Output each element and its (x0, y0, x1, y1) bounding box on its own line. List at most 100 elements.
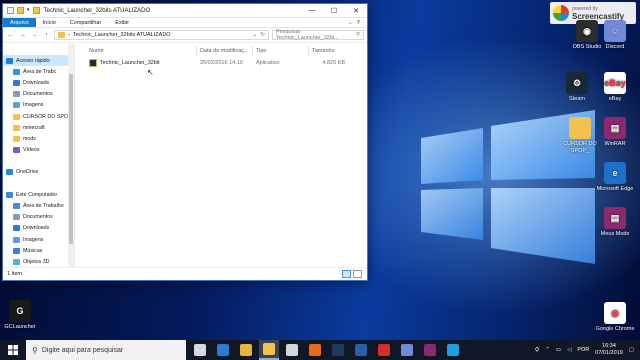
large-icons-view-icon[interactable] (353, 270, 362, 278)
nav-item[interactable]: Downloads (3, 223, 74, 234)
address-bar[interactable]: › Technic_Launcher_32bits ATUALIZADO ⌄ ↻ (54, 30, 269, 40)
nav-item-label: mods (23, 135, 36, 142)
desktop-icon-discord[interactable]: ☺ Discord (595, 20, 635, 51)
search-icon: ⚲ (32, 345, 38, 355)
nav-item (3, 156, 74, 167)
nav-item[interactable]: minecraft (3, 122, 74, 133)
notifications-icon[interactable]: ▢ (629, 347, 634, 353)
taskbar-steam-button[interactable] (328, 340, 348, 360)
forward-arrow-icon[interactable]: → (18, 32, 27, 39)
title-bar[interactable]: ▾ Technic_Launcher_32bits ATUALIZADO — ☐… (3, 4, 367, 18)
taskbar-bandicam-button[interactable] (351, 340, 371, 360)
nav-item[interactable]: Este Computador (3, 189, 74, 200)
computer-icon (6, 191, 13, 198)
properties-icon[interactable] (7, 7, 14, 14)
nav-item[interactable]: Imagens✦ (3, 100, 74, 111)
tray-chevron-up-icon[interactable]: ⌃ (545, 347, 550, 353)
clock-date: 07/01/2019 (595, 350, 623, 356)
desktop-icon-ebay[interactable]: eBay eBay (595, 72, 635, 103)
details-view-icon[interactable] (342, 270, 351, 278)
status-bar: 1 item (3, 267, 367, 280)
close-button[interactable]: ✕ (345, 4, 367, 18)
column-type[interactable]: Tipo (253, 46, 309, 56)
taskbar-skype-button[interactable] (443, 340, 463, 360)
nav-item[interactable]: Imagens (3, 234, 74, 245)
file-row[interactable]: Technic_Launcher_32bit 26/02/2016 14:10 … (75, 57, 367, 68)
expand-ribbon-icon[interactable]: ⌄ (348, 20, 353, 26)
language-indicator[interactable]: POR (577, 347, 589, 353)
winrar-icon (424, 344, 436, 356)
desktop-icon-winrar[interactable]: ▤ WinRAR (595, 117, 635, 148)
tab-exibir[interactable]: Exibir (108, 18, 136, 27)
scrollbar-thumb[interactable] (69, 74, 73, 244)
nav-item[interactable]: Documentos✦ (3, 89, 74, 100)
nav-item[interactable]: Documentos (3, 212, 74, 223)
desktop-icon-microsoft-edge[interactable]: e Microsoft Edge (595, 162, 635, 193)
nav-item-label: Músicas (23, 247, 43, 254)
desktop-icon-meus-mods[interactable]: ▤ Meus Mods (595, 207, 635, 238)
taskbar-discord-button[interactable] (397, 340, 417, 360)
tab-arquivo[interactable]: Arquivo (3, 18, 36, 27)
address-separator: › (68, 32, 70, 38)
tray-volume-icon[interactable]: ◁ (567, 347, 571, 353)
tray-network-icon[interactable]: ▭ (556, 347, 561, 353)
address-dropdown-icon[interactable]: ⌄ (253, 32, 258, 38)
desktop-icon-google-chrome[interactable]: ◎ Google Chrome (595, 302, 635, 333)
maximize-button[interactable]: ☐ (323, 4, 345, 18)
recent-locations-icon[interactable]: ⌄ (30, 32, 39, 38)
nav-item-label: Documentos (23, 214, 53, 221)
taskbar-file-explorer-button[interactable] (259, 340, 279, 360)
tab-compartilhar[interactable]: Compartilhar (63, 18, 108, 27)
cloud-icon (6, 169, 13, 176)
file-explorer-icon (263, 343, 275, 355)
nav-item-label: Downloads (23, 79, 50, 86)
minimize-button[interactable]: — (301, 4, 323, 18)
tray-people-icon[interactable]: ⛭ (535, 347, 539, 354)
nav-item-label: CURSOR DO SPO (23, 113, 69, 120)
nav-item[interactable]: mods (3, 133, 74, 144)
taskbar-chrome-button[interactable] (236, 340, 256, 360)
taskbar-winrar-button[interactable] (420, 340, 440, 360)
video-icon (13, 147, 20, 154)
quick-access-toolbar: ▾ (3, 7, 40, 14)
desktop-icon-cursor-do-spop[interactable]: CURSOR DO SPOP_ (560, 117, 600, 154)
search-input[interactable]: Pesquisar Technic_Launcher_32bi... ⚲ (272, 29, 364, 41)
up-arrow-icon[interactable]: ↑ (42, 32, 51, 39)
edge-icon (217, 344, 229, 356)
taskbar-red-app-button[interactable] (374, 340, 394, 360)
taskbar-task-view-button[interactable] (190, 340, 210, 360)
column-date[interactable]: Data de modificaç... (197, 46, 253, 56)
help-icon[interactable]: ? (357, 20, 360, 26)
taskbar-store-button[interactable] (282, 340, 302, 360)
nav-item[interactable]: CURSOR DO SPO (3, 111, 74, 122)
column-size[interactable]: Tamanho (309, 46, 349, 56)
nav-item[interactable]: OneDrive (3, 167, 74, 178)
nav-item-label: minecraft (23, 124, 45, 131)
back-arrow-icon[interactable]: ← (6, 32, 15, 39)
new-folder-icon[interactable] (17, 7, 24, 14)
nav-item[interactable]: Área de Trabc✦ (3, 66, 74, 77)
desktop-icon-gclauncher[interactable]: G GCLauncher (0, 300, 40, 331)
taskbar-search[interactable]: ⚲ Digite aqui para pesquisar (26, 340, 186, 360)
taskbar-firefox-button[interactable] (305, 340, 325, 360)
clock[interactable]: 16:34 07/01/2019 (595, 343, 623, 357)
nav-item[interactable]: Músicas (3, 245, 74, 256)
nav-item[interactable]: Vídeos (3, 145, 74, 156)
taskbar-edge-button[interactable] (213, 340, 233, 360)
start-button[interactable] (0, 340, 26, 360)
nav-item[interactable]: Área de Trabalho (3, 200, 74, 211)
navigation-scrollbar[interactable] (68, 44, 74, 267)
folder-icon (13, 124, 20, 131)
chevron-down-icon[interactable]: ▾ (27, 7, 30, 14)
desktop-icon-steam[interactable]: ⚙ Steam (557, 72, 597, 103)
desktop-icon-label: WinRAR (604, 141, 626, 147)
item-count: 1 item (7, 271, 22, 277)
refresh-icon[interactable]: ↻ (260, 32, 265, 38)
nav-item[interactable]: Acesso rápido (3, 55, 74, 67)
nav-item[interactable]: Downloads✦ (3, 77, 74, 88)
nav-item[interactable]: Objetos 3D (3, 256, 74, 267)
column-name[interactable]: Nome (75, 46, 197, 56)
tab-inicio[interactable]: Início (36, 18, 63, 27)
bandicam-icon (355, 344, 367, 356)
cube-icon (13, 258, 20, 265)
